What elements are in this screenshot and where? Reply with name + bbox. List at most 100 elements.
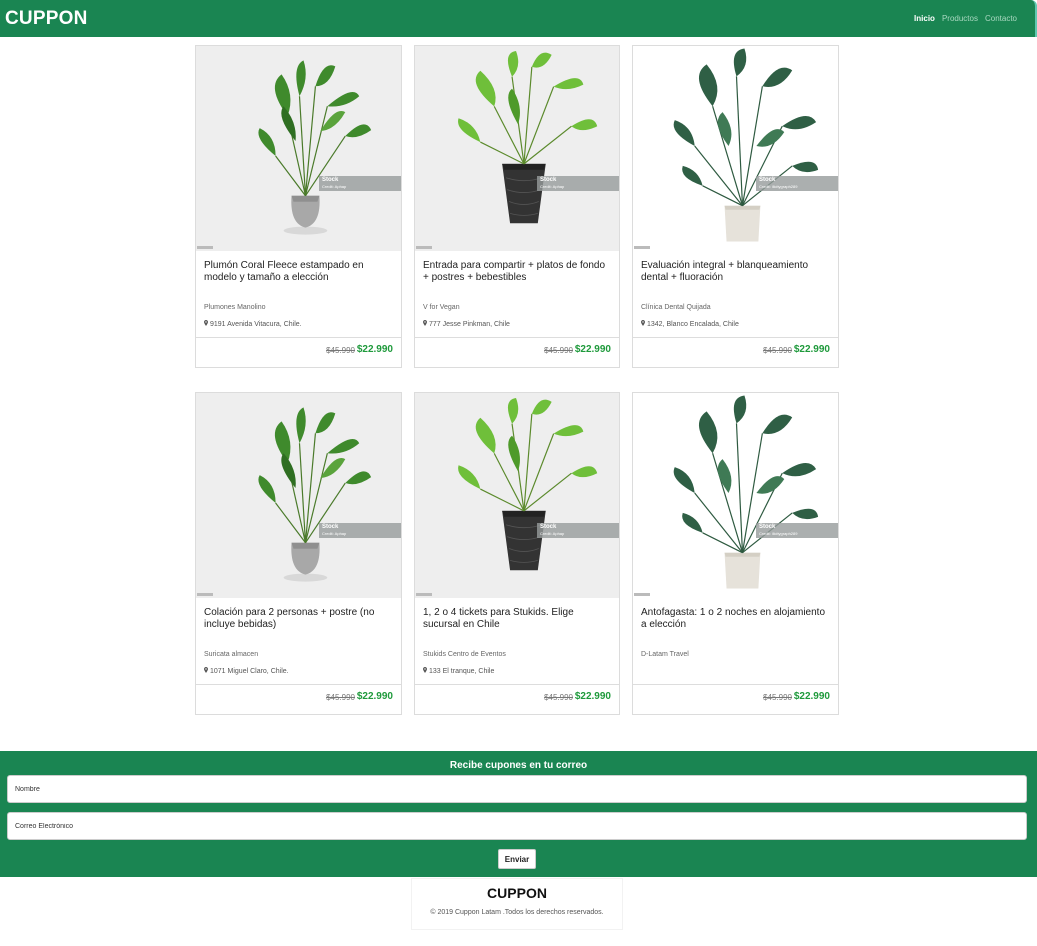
product-vendor: Stukids Centro de Eventos	[423, 651, 506, 658]
product-card[interactable]: Stock Credit: Aphap Colación para 2 pers…	[195, 392, 402, 715]
nav-links: Inicio Productos Contacto	[914, 14, 1017, 23]
navbar: CUPPON Inicio Productos Contacto	[0, 0, 1037, 37]
product-title[interactable]: Entrada para compartir + platos de fondo…	[423, 260, 611, 284]
image-mark	[634, 246, 650, 249]
product-grid: Stock Credit: Aphap Plumón Coral Fleece …	[195, 45, 839, 715]
plant-image	[458, 50, 598, 224]
product-card[interactable]: Stock Credit: illcitygraph289 Evaluación…	[632, 45, 839, 368]
address-text: 777 Jesse Pinkman, Chile	[429, 320, 510, 328]
new-price: $22.990	[574, 344, 611, 355]
stock-label: Stock	[540, 177, 557, 183]
subscribe-title: Recibe cupones en tu correo	[449, 760, 588, 771]
product-address: 1071 Miguel Claro, Chile.	[204, 667, 289, 675]
stock-watermark: Stock Credit: illcitygraph289	[756, 176, 838, 191]
plant-image	[673, 48, 819, 242]
card-footer: $45.990 $22.990	[633, 337, 838, 368]
card-footer: $45.990 $22.990	[196, 337, 401, 368]
image-mark	[197, 593, 213, 596]
product-address: 777 Jesse Pinkman, Chile	[423, 320, 510, 328]
stock-label: Stock	[540, 524, 557, 530]
footer-brand: CUPPON	[487, 885, 547, 901]
stock-credit: Credit: Aphap	[322, 184, 347, 189]
product-vendor: V for Vegan	[423, 304, 460, 311]
new-price: $22.990	[356, 344, 393, 355]
nav-link-inicio[interactable]: Inicio	[914, 14, 935, 23]
stock-credit: Credit: Aphap	[322, 531, 347, 536]
old-price: $45.990	[763, 346, 792, 355]
old-price: $45.990	[326, 693, 355, 702]
nav-link-productos[interactable]: Productos	[942, 14, 978, 23]
new-price: $22.990	[793, 691, 830, 702]
stock-credit: Credit: illcitygraph289	[759, 184, 798, 189]
card-footer: $45.990 $22.990	[633, 684, 838, 715]
product-address: 133 El tranque, Chile	[423, 667, 494, 675]
product-address: 9191 Avenida Vitacura, Chile.	[204, 320, 302, 328]
product-image[interactable]: Stock Credit: Aphap	[196, 393, 401, 598]
name-field[interactable]	[7, 775, 1027, 803]
new-price: $22.990	[574, 691, 611, 702]
address-text: 1342, Blanco Encalada, Chile	[647, 320, 739, 328]
stock-label: Stock	[759, 524, 776, 530]
stock-watermark: Stock Credit: Aphap	[537, 176, 619, 191]
product-image[interactable]: Stock Credit: Aphap	[415, 46, 619, 251]
product-card[interactable]: Stock Credit: Aphap Plumón Coral Fleece …	[195, 45, 402, 368]
old-price: $45.990	[763, 693, 792, 702]
plant-image	[673, 395, 819, 589]
product-card[interactable]: Stock Credit: Aphap 1, 2 o 4 tickets par…	[414, 392, 620, 715]
stock-watermark: Stock Credit: illcitygraph289	[756, 523, 838, 538]
map-pin-icon	[204, 667, 208, 675]
map-pin-icon	[204, 320, 208, 328]
image-mark	[416, 593, 432, 596]
map-pin-icon	[423, 320, 427, 328]
stock-label: Stock	[759, 177, 776, 183]
product-card[interactable]: Stock Credit: illcitygraph289 Antofagast…	[632, 392, 839, 715]
stock-label: Stock	[322, 177, 339, 183]
product-vendor: Clínica Dental Quijada	[641, 304, 711, 311]
product-vendor: Suricata almacen	[204, 651, 259, 658]
product-image[interactable]: Stock Credit: Aphap	[196, 46, 401, 251]
card-footer: $45.990 $22.990	[196, 684, 401, 715]
product-title[interactable]: 1, 2 o 4 tickets para Stukids. Elige suc…	[423, 607, 611, 631]
product-vendor: D-Latam Travel	[641, 651, 689, 658]
new-price: $22.990	[356, 691, 393, 702]
send-button[interactable]: Enviar	[498, 849, 536, 869]
plant-image	[258, 60, 372, 235]
subscribe-section: Recibe cupones en tu correo Enviar	[0, 751, 1037, 877]
product-image[interactable]: Stock Credit: illcitygraph289	[633, 46, 838, 251]
image-mark	[634, 593, 650, 596]
footer: CUPPON © 2019 Cuppon Latam .Todos los de…	[411, 878, 623, 930]
stock-credit: Credit: illcitygraph289	[759, 531, 798, 536]
old-price: $45.990	[326, 346, 355, 355]
stock-watermark: Stock Credit: Aphap	[319, 523, 401, 538]
stock-credit: Credit: Aphap	[540, 531, 565, 536]
new-price: $22.990	[793, 344, 830, 355]
product-address: 1342, Blanco Encalada, Chile	[641, 320, 739, 328]
stock-watermark: Stock Credit: Aphap	[319, 176, 401, 191]
product-title[interactable]: Colación para 2 personas + postre (no in…	[204, 607, 392, 631]
card-footer: $45.990 $22.990	[415, 684, 619, 715]
stock-credit: Credit: Aphap	[540, 184, 565, 189]
image-mark	[197, 246, 213, 249]
stock-label: Stock	[322, 524, 339, 530]
image-mark	[416, 246, 432, 249]
map-pin-icon	[641, 320, 645, 328]
address-text: 1071 Miguel Claro, Chile.	[210, 667, 289, 675]
product-title[interactable]: Evaluación integral + blanqueamiento den…	[641, 260, 829, 284]
product-image[interactable]: Stock Credit: Aphap	[415, 393, 619, 598]
product-image[interactable]: Stock Credit: illcitygraph289	[633, 393, 838, 598]
card-footer: $45.990 $22.990	[415, 337, 619, 368]
product-title[interactable]: Antofagasta: 1 o 2 noches en alojamiento…	[641, 607, 829, 631]
plant-image	[258, 407, 372, 582]
brand-logo[interactable]: CUPPON	[5, 8, 88, 30]
old-price: $45.990	[544, 693, 573, 702]
stock-watermark: Stock Credit: Aphap	[537, 523, 619, 538]
product-vendor: Plumones Manolino	[204, 304, 266, 311]
old-price: $45.990	[544, 346, 573, 355]
footer-copyright: © 2019 Cuppon Latam .Todos los derechos …	[430, 909, 604, 916]
plant-image	[458, 397, 598, 571]
nav-link-contacto[interactable]: Contacto	[985, 14, 1017, 23]
product-card[interactable]: Stock Credit: Aphap Entrada para compart…	[414, 45, 620, 368]
email-field[interactable]	[7, 812, 1027, 840]
product-title[interactable]: Plumón Coral Fleece estampado en modelo …	[204, 260, 392, 284]
address-text: 9191 Avenida Vitacura, Chile.	[210, 320, 302, 328]
